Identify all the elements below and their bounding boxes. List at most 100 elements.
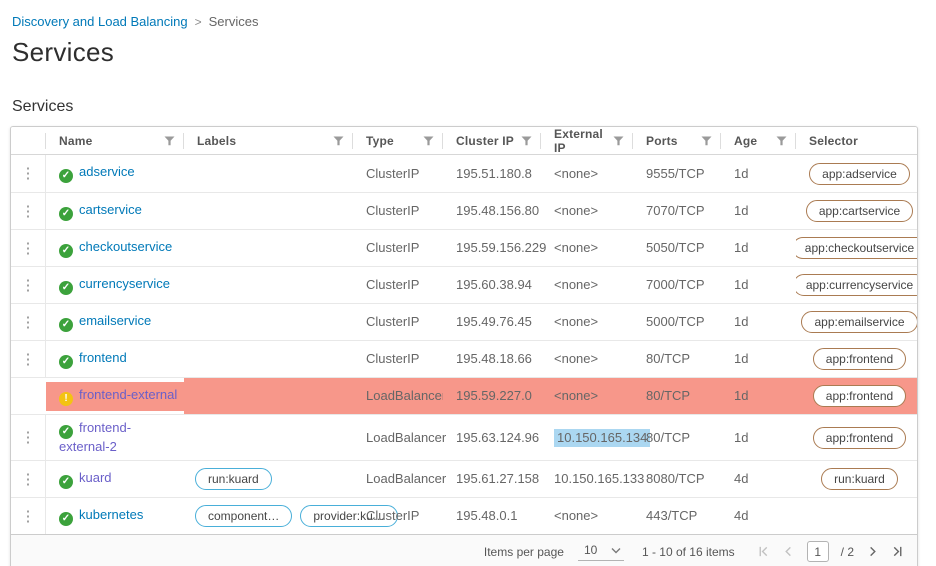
ports-cell: 443/TCP <box>633 498 721 534</box>
row-menu-cell: ⋮ <box>11 193 46 229</box>
name-cell: ✓frontend <box>46 345 184 374</box>
external-ip-value: <none> <box>554 388 598 404</box>
type-cell: ClusterIP <box>353 341 443 377</box>
name-cell: ✓ checkoutservice <box>46 234 184 263</box>
external-ip-value: <none> <box>554 351 598 367</box>
table-row: ⋮ ✓currencyservice ClusterIP 195.60.38.9… <box>11 266 917 303</box>
kebab-menu-icon[interactable]: ⋮ <box>21 278 36 293</box>
service-name-link[interactable]: checkoutservice <box>79 239 172 254</box>
page-size-select[interactable]: 10 <box>578 542 624 561</box>
kebab-menu-icon[interactable]: ⋮ <box>21 472 36 487</box>
table-row: ⋮ ✓adservice ClusterIP 195.51.180.8 <non… <box>11 155 917 192</box>
column-header-external-ip[interactable]: External IP <box>541 127 633 155</box>
total-pages-text: / 2 <box>841 545 854 559</box>
pagination-controls: / 2 <box>757 541 904 562</box>
filter-icon[interactable] <box>333 136 344 146</box>
column-header-cluster-ip[interactable]: Cluster IP <box>443 127 541 155</box>
filter-icon[interactable] <box>164 136 175 146</box>
table-row: ⋮ ✓kuard run:kuard LoadBalancer 195.61.2… <box>11 460 917 497</box>
age-cell: 1d <box>721 378 796 414</box>
current-page-input[interactable] <box>807 541 829 562</box>
selector-cell: run:kuard <box>796 461 917 497</box>
row-menu-cell: ⋮ <box>11 498 46 534</box>
table-row: ⋮ ✓kubernetes component…provider:ku… Clu… <box>11 497 917 534</box>
last-page-icon[interactable] <box>891 545 904 558</box>
cluster-ip-cell: 195.63.124.96 <box>443 415 541 460</box>
table-row: ⋮ ✓frontend ClusterIP 195.48.18.66 <none… <box>11 340 917 377</box>
column-header-type[interactable]: Type <box>353 127 443 155</box>
service-name-link[interactable]: emailservice <box>79 313 151 328</box>
external-ip-cell: <none> <box>541 498 633 534</box>
next-page-icon[interactable] <box>866 545 879 558</box>
kebab-menu-icon[interactable]: ⋮ <box>21 315 36 330</box>
type-cell: ClusterIP <box>353 498 443 534</box>
service-name-link[interactable]: kubernetes <box>79 507 143 522</box>
filter-icon[interactable] <box>776 136 787 146</box>
selector-badge: app:frontend <box>813 348 906 370</box>
selector-badge: app:checkoutservice <box>796 237 917 259</box>
selector-cell: app:adservice <box>796 155 917 192</box>
items-per-page-label: Items per page <box>484 545 564 559</box>
filter-icon[interactable] <box>423 136 434 146</box>
labels-cell <box>184 378 353 414</box>
cluster-ip-cell: 195.61.27.158 <box>443 461 541 497</box>
selector-cell: app:checkoutservice <box>796 230 917 266</box>
column-header-label: Labels <box>197 134 236 148</box>
name-cell: ✓kubernetes <box>46 502 184 531</box>
filter-icon[interactable] <box>521 136 532 146</box>
row-menu-cell: ⋮ <box>11 155 46 192</box>
column-header-age[interactable]: Age <box>721 127 796 155</box>
table-row: ⋮ ✓emailservice ClusterIP 195.49.76.45 <… <box>11 303 917 340</box>
labels-cell <box>184 267 353 303</box>
service-name-link[interactable]: frontend-external <box>79 387 177 402</box>
kebab-menu-icon[interactable]: ⋮ <box>21 352 36 367</box>
kebab-menu-icon[interactable]: ⋮ <box>21 509 36 524</box>
breadcrumb-parent-link[interactable]: Discovery and Load Balancing <box>12 14 188 29</box>
row-menu-cell: ⋮ <box>11 304 46 340</box>
cluster-ip-cell: 195.48.18.66 <box>443 341 541 377</box>
service-name-link[interactable]: adservice <box>79 164 135 179</box>
service-name-link[interactable]: currencyservice <box>79 276 170 291</box>
status-icon: ! <box>59 392 73 406</box>
ports-cell: 7000/TCP <box>633 267 721 303</box>
type-cell: LoadBalancer <box>353 461 443 497</box>
selector-badge: run:kuard <box>821 468 898 490</box>
column-header-labels[interactable]: Labels <box>184 127 353 155</box>
column-header-selector[interactable]: Selector <box>796 127 917 155</box>
pagination-range-text: 1 - 10 of 16 items <box>642 545 735 559</box>
selector-badge: app:cartservice <box>806 200 913 222</box>
table-row: ⋮ ✓frontend-external-2 LoadBalancer 195.… <box>11 414 917 460</box>
kebab-menu-icon[interactable]: ⋮ <box>21 166 36 181</box>
table-row: !frontend-external LoadBalancer 195.59.2… <box>11 377 917 414</box>
row-menu-cell: ⋮ <box>11 461 46 497</box>
kebab-menu-icon[interactable]: ⋮ <box>21 204 36 219</box>
external-ip-value: <none> <box>554 203 598 219</box>
kebab-menu-icon[interactable]: ⋮ <box>21 430 36 445</box>
table-row: ⋮ ✓cartservice ClusterIP 195.48.156.80 <… <box>11 192 917 229</box>
external-ip-value: <none> <box>554 166 598 182</box>
selector-badge: app:frontend <box>813 427 906 449</box>
age-cell: 1d <box>721 415 796 460</box>
column-header-label: Cluster IP <box>456 134 514 148</box>
row-menu-cell: ⋮ <box>11 341 46 377</box>
ports-cell: 5000/TCP <box>633 304 721 340</box>
selector-cell: app:currencyservice <box>796 267 917 303</box>
ports-cell: 5050/TCP <box>633 230 721 266</box>
cluster-ip-cell: 195.48.0.1 <box>443 498 541 534</box>
filter-icon[interactable] <box>701 136 712 146</box>
ports-cell: 80/TCP <box>633 415 721 460</box>
service-name-link[interactable]: cartservice <box>79 202 142 217</box>
status-icon: ✓ <box>59 244 73 258</box>
labels-cell <box>184 193 353 229</box>
service-name-link[interactable]: kuard <box>79 470 112 485</box>
column-header-name[interactable]: Name <box>46 127 184 155</box>
breadcrumb-separator-icon: > <box>195 15 202 29</box>
column-header-ports[interactable]: Ports <box>633 127 721 155</box>
kebab-menu-icon[interactable]: ⋮ <box>21 241 36 256</box>
external-ip-cell: 10.150.165.134 <box>541 415 633 460</box>
age-cell: 1d <box>721 304 796 340</box>
filter-icon[interactable] <box>613 136 624 146</box>
type-cell: ClusterIP <box>353 304 443 340</box>
service-name-link[interactable]: frontend <box>79 350 127 365</box>
age-cell: 4d <box>721 461 796 497</box>
